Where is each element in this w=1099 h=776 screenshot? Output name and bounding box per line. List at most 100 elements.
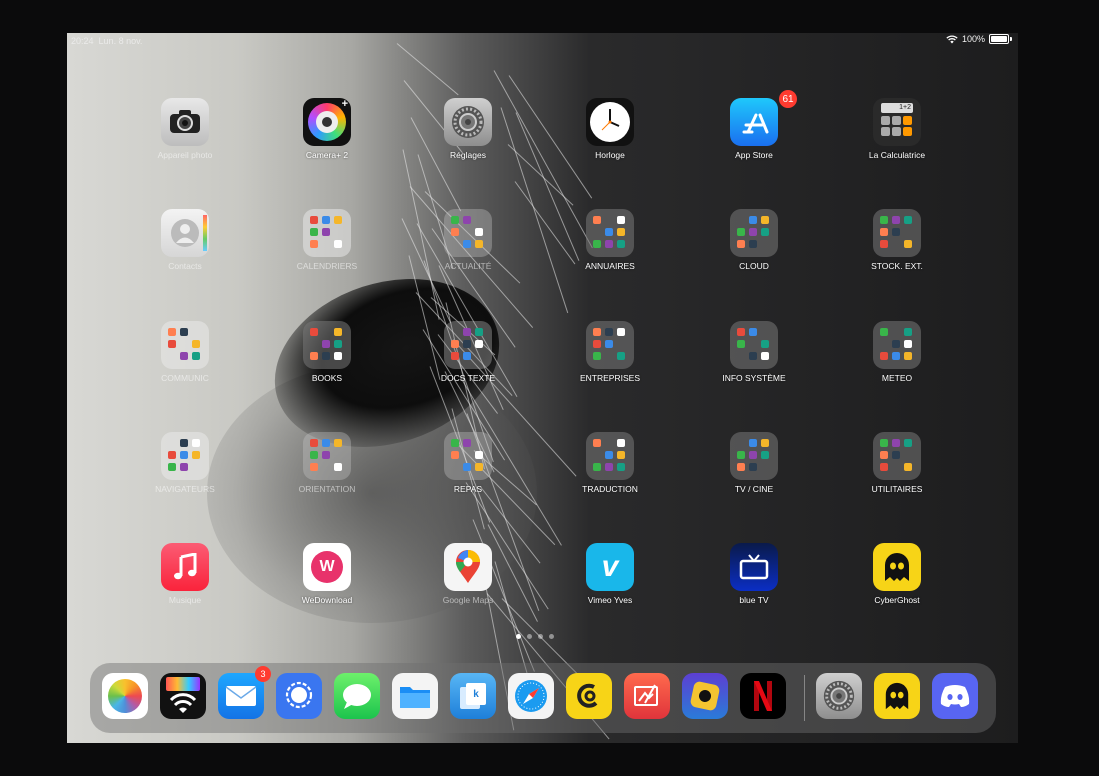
folder-actualite[interactable]: ACTUALITÉ	[413, 209, 523, 271]
folder-mini-app-icon	[617, 439, 625, 447]
app-camera-plus-2[interactable]: + Camera+ 2	[272, 98, 382, 160]
folder-icon	[586, 209, 634, 257]
app-vimeo-yves[interactable]: v Vimeo Yves	[555, 543, 665, 605]
vimeo-icon: v	[586, 543, 634, 591]
folder-mini-app-icon	[322, 352, 330, 360]
folder-mini-app-icon	[605, 240, 613, 248]
folder-annuaires[interactable]: ANNUAIRES	[555, 209, 665, 271]
folder-mini-app-icon	[192, 451, 200, 459]
folder-orientation[interactable]: ORIENTATION	[272, 432, 382, 494]
folder-icon	[730, 209, 778, 257]
art-icon[interactable]	[624, 673, 670, 719]
app-app-store[interactable]: 61 App Store	[699, 90, 809, 160]
folder-icon	[444, 209, 492, 257]
folder-label: TV / CINE	[734, 484, 774, 494]
app-wedownload[interactable]: W WeDownload	[272, 543, 382, 605]
folder-mini-app-icon	[310, 228, 318, 236]
folder-traduction[interactable]: TRADUCTION	[555, 432, 665, 494]
folder-mini-app-icon	[322, 216, 330, 224]
settings-gear-icon[interactable]	[816, 673, 862, 719]
folder-utilitaires[interactable]: UTILITAIRES	[842, 432, 952, 494]
app-cyberghost[interactable]: CyberGhost	[842, 543, 952, 605]
folder-mini-app-icon	[334, 352, 342, 360]
folder-mini-app-icon	[749, 451, 757, 459]
folder-mini-app-icon	[168, 340, 176, 348]
folder-icon	[873, 321, 921, 369]
netflix-icon[interactable]	[740, 673, 786, 719]
folder-mini-app-icon	[475, 328, 483, 336]
battery-percent: 100%	[961, 34, 985, 44]
folder-navigateurs[interactable]: NAVIGATEURS	[130, 432, 240, 494]
wifi-photo-icon[interactable]	[160, 673, 206, 719]
folder-mini-app-icon	[880, 352, 888, 360]
folder-entreprises[interactable]: ENTREPRISES	[555, 321, 665, 383]
photos-icon[interactable]	[102, 673, 148, 719]
app-blue-tv[interactable]: blue TV	[699, 543, 809, 605]
disney-puzzle-icon[interactable]	[682, 673, 728, 719]
app-google-maps[interactable]: Google Maps	[413, 543, 523, 605]
discord-icon[interactable]	[932, 673, 978, 719]
app-contacts[interactable]: Contacts	[130, 209, 240, 271]
folder-tv-cine[interactable]: TV / CINE	[699, 432, 809, 494]
documents-icon[interactable]: k	[450, 673, 496, 719]
folder-cloud[interactable]: CLOUD	[699, 209, 809, 271]
folder-mini-app-icon	[880, 228, 888, 236]
folder-mini-app-icon	[593, 240, 601, 248]
folder-docs-texte[interactable]: DOCS TEXTE	[413, 321, 523, 383]
folder-calendriers[interactable]: CALENDRIERS	[272, 209, 382, 271]
folder-mini-app-icon	[463, 240, 471, 248]
folder-mini-app-icon	[880, 451, 888, 459]
folder-mini-app-icon	[617, 451, 625, 459]
folder-label: ENTREPRISES	[580, 373, 640, 383]
folder-mini-app-icon	[451, 340, 459, 348]
folder-mini-app-icon	[761, 216, 769, 224]
files-icon[interactable]	[392, 673, 438, 719]
signal-icon[interactable]	[276, 673, 322, 719]
folder-mini-app-icon	[310, 216, 318, 224]
folder-mini-app-icon	[617, 240, 625, 248]
folder-books[interactable]: BOOKS	[272, 321, 382, 383]
app-la-calculatrice[interactable]: 1+2 La Calculatrice	[842, 98, 952, 160]
safari-icon[interactable]	[508, 673, 554, 719]
folder-label: ANNUAIRES	[585, 261, 635, 271]
folder-mini-app-icon	[904, 439, 912, 447]
app-musique[interactable]: Musique	[130, 543, 240, 605]
folder-mini-app-icon	[334, 240, 342, 248]
app-appareil-photo[interactable]: Appareil photo	[130, 98, 240, 160]
folder-mini-app-icon	[749, 216, 757, 224]
folder-icon	[303, 321, 351, 369]
folder-icon	[586, 321, 634, 369]
folder-mini-app-icon	[904, 352, 912, 360]
page-dot[interactable]	[527, 634, 532, 639]
folder-mini-app-icon	[605, 463, 613, 471]
ghost-icon[interactable]	[874, 673, 920, 719]
chameleon-icon[interactable]	[566, 673, 612, 719]
page-dot[interactable]	[549, 634, 554, 639]
folder-mini-app-icon	[310, 439, 318, 447]
folder-mini-app-icon	[168, 463, 176, 471]
messages-icon[interactable]	[334, 673, 380, 719]
folder-meteo[interactable]: METEO	[842, 321, 952, 383]
folder-mini-app-icon	[322, 228, 330, 236]
folder-label: ACTUALITÉ	[444, 261, 492, 271]
app-horloge[interactable]: Horloge	[555, 98, 665, 160]
page-dot[interactable]	[516, 634, 521, 639]
app-reglages[interactable]: Réglages	[413, 98, 523, 160]
folder-mini-app-icon	[617, 352, 625, 360]
ghost-icon	[873, 543, 921, 591]
folder-mini-app-icon	[761, 228, 769, 236]
folder-mini-app-icon	[605, 328, 613, 336]
folder-mini-app-icon	[593, 340, 601, 348]
folder-mini-app-icon	[904, 463, 912, 471]
folder-mini-app-icon	[451, 216, 459, 224]
page-indicator[interactable]	[516, 634, 554, 639]
folder-communic[interactable]: COMMUNIC	[130, 321, 240, 383]
folder-stock-ext[interactable]: STOCK. EXT.	[842, 209, 952, 271]
folder-mini-app-icon	[892, 228, 900, 236]
page-dot[interactable]	[538, 634, 543, 639]
folder-mini-app-icon	[192, 352, 200, 360]
clock-icon	[586, 98, 634, 146]
folder-info-systeme[interactable]: INFO SYSTÈME	[699, 321, 809, 383]
folder-label: ORIENTATION	[298, 484, 356, 494]
folder-repas[interactable]: REPAS	[413, 432, 523, 494]
